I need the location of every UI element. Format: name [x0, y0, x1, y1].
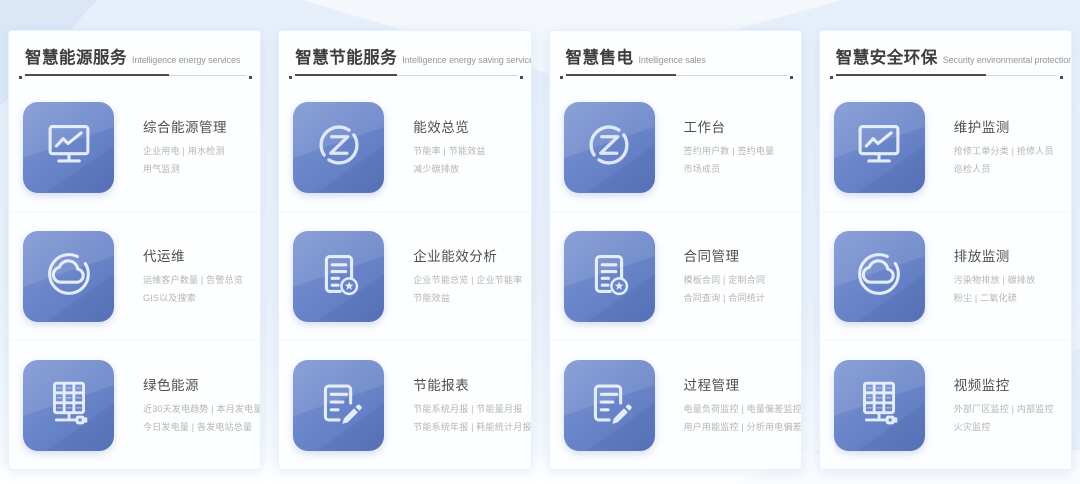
item-subtitle-line2: 减少碳排放 [413, 161, 485, 179]
service-item[interactable]: 维护监测 抢修工单分类 | 抢修人员 巡检人员 [820, 83, 1071, 211]
panel-header: 智慧节能服务 Intelligence energy saving servic… [279, 31, 530, 79]
service-item[interactable]: 合同管理 模板合同 | 定制合同 合同查询 | 合同统计 [550, 211, 801, 340]
item-subtitle-line1: 抢修工单分类 | 抢修人员 [954, 143, 1054, 161]
item-icon-tile[interactable] [23, 102, 114, 193]
section-title-zh: 智慧节能服务 [295, 44, 397, 68]
item-subtitle-line2: 火灾监控 [954, 419, 1054, 437]
panel-header: 智慧售电 Intelligence sales [550, 31, 801, 79]
monitor-chart-icon [848, 114, 910, 181]
section-title-en: Intelligence energy services [132, 55, 240, 65]
service-item[interactable]: 综合能源管理 企业用电 | 用水检测 用气监测 [9, 83, 260, 211]
item-title: 节能报表 [413, 374, 524, 394]
item-subtitle-line2: 节能系统年报 | 耗能统计月报 [413, 419, 524, 437]
solar-panel-icon [38, 372, 100, 439]
item-icon-tile[interactable] [834, 360, 925, 451]
service-item[interactable]: 视频监控 外部厂区监控 | 内部监控 火灾监控 [820, 340, 1071, 469]
item-title: 视频监控 [954, 374, 1054, 394]
item-subtitle-line1: 外部厂区监控 | 内部监控 [954, 401, 1054, 419]
report-star-icon [578, 243, 640, 310]
service-item[interactable]: 能效总览 节能率 | 节能效益 减少碳排放 [279, 83, 530, 211]
item-title: 代运维 [143, 245, 243, 265]
solar-panel-icon [848, 372, 910, 439]
panel-header: 智慧安全环保 Security environmental protection [820, 31, 1071, 79]
section-title-en: Security environmental protection [943, 55, 1072, 65]
item-subtitle-line1: 污染物排放 | 碳排放 [954, 272, 1036, 290]
item-icon-tile[interactable] [834, 102, 925, 193]
item-icon-tile[interactable] [293, 360, 384, 451]
service-item[interactable]: 企业能效分析 企业节能总览 | 企业节能率 节能效益 [279, 211, 530, 340]
report-edit-icon [578, 372, 640, 439]
panel-energy-services: 智慧能源服务 Intelligence energy services 综合能源… [8, 30, 261, 470]
item-title: 排放监测 [954, 245, 1036, 265]
item-subtitle-line1: 节能系统月报 | 节能量月报 [413, 401, 524, 419]
section-title-zh: 智慧售电 [566, 44, 634, 68]
cloud-icon [848, 243, 910, 310]
item-subtitle-line1: 运维客户数量 | 告警总览 [143, 272, 243, 290]
item-subtitle-line2: GIS以及搜索 [143, 290, 243, 308]
item-subtitle-line2: 用户用能监控 | 分析用电偏差 [684, 419, 795, 437]
section-title-zh: 智慧能源服务 [25, 44, 127, 68]
item-subtitle-line2: 今日发电量 | 各发电站总量 [143, 419, 254, 437]
panel-safety-environment: 智慧安全环保 Security environmental protection… [819, 30, 1072, 470]
section-underline [566, 73, 787, 79]
service-item[interactable]: 过程管理 电量负荷监控 | 电量偏差监控 用户用能监控 | 分析用电偏差 [550, 340, 801, 469]
item-title: 企业能效分析 [413, 245, 522, 265]
item-subtitle-line1: 节能率 | 节能效益 [413, 143, 485, 161]
item-icon-tile[interactable] [564, 360, 655, 451]
item-subtitle-line2: 粉尘 | 二氧化硫 [954, 290, 1036, 308]
energy-logo-icon [578, 114, 640, 181]
service-item[interactable]: 排放监测 污染物排放 | 碳排放 粉尘 | 二氧化硫 [820, 211, 1071, 340]
item-subtitle-line2: 市场成员 [684, 161, 775, 179]
item-subtitle-line2: 节能效益 [413, 290, 522, 308]
item-title: 合同管理 [684, 245, 766, 265]
service-item[interactable]: 绿色能源 近30天发电趋势 | 本月发电量 今日发电量 | 各发电站总量 [9, 340, 260, 469]
item-title: 过程管理 [684, 374, 795, 394]
section-underline [25, 73, 246, 79]
section-title-en: Intelligence energy saving services [402, 55, 531, 65]
monitor-chart-icon [38, 114, 100, 181]
item-icon-tile[interactable] [23, 360, 114, 451]
item-title: 综合能源管理 [143, 116, 227, 136]
item-title: 工作台 [684, 116, 775, 136]
item-title: 绿色能源 [143, 374, 254, 394]
report-edit-icon [308, 372, 370, 439]
item-icon-tile[interactable] [23, 231, 114, 322]
item-subtitle-line1: 模板合同 | 定制合同 [684, 272, 766, 290]
panel-sales: 智慧售电 Intelligence sales 工作台 签约用户数 | 签约电量… [549, 30, 802, 470]
energy-logo-icon [308, 114, 370, 181]
service-panels: 智慧能源服务 Intelligence energy services 综合能源… [8, 30, 1072, 470]
section-underline [836, 73, 1057, 79]
service-item[interactable]: 工作台 签约用户数 | 签约电量 市场成员 [550, 83, 801, 211]
cloud-icon [38, 243, 100, 310]
item-icon-tile[interactable] [564, 231, 655, 322]
section-title-en: Intelligence sales [639, 55, 706, 65]
item-title: 能效总览 [413, 116, 485, 136]
panel-energy-saving: 智慧节能服务 Intelligence energy saving servic… [278, 30, 531, 470]
service-item[interactable]: 节能报表 节能系统月报 | 节能量月报 节能系统年报 | 耗能统计月报 [279, 340, 530, 469]
item-icon-tile[interactable] [834, 231, 925, 322]
panel-header: 智慧能源服务 Intelligence energy services [9, 31, 260, 79]
item-subtitle-line1: 电量负荷监控 | 电量偏差监控 [684, 401, 795, 419]
item-subtitle-line2: 合同查询 | 合同统计 [684, 290, 766, 308]
item-subtitle-line2: 巡检人员 [954, 161, 1054, 179]
item-subtitle-line1: 企业用电 | 用水检测 [143, 143, 227, 161]
section-title-zh: 智慧安全环保 [836, 44, 938, 68]
item-subtitle-line1: 近30天发电趋势 | 本月发电量 [143, 401, 254, 419]
item-subtitle-line1: 企业节能总览 | 企业节能率 [413, 272, 522, 290]
section-underline [295, 73, 516, 79]
item-subtitle-line2: 用气监测 [143, 161, 227, 179]
report-star-icon [308, 243, 370, 310]
service-item[interactable]: 代运维 运维客户数量 | 告警总览 GIS以及搜索 [9, 211, 260, 340]
item-title: 维护监测 [954, 116, 1054, 136]
item-icon-tile[interactable] [293, 231, 384, 322]
item-icon-tile[interactable] [293, 102, 384, 193]
item-icon-tile[interactable] [564, 102, 655, 193]
item-subtitle-line1: 签约用户数 | 签约电量 [684, 143, 775, 161]
